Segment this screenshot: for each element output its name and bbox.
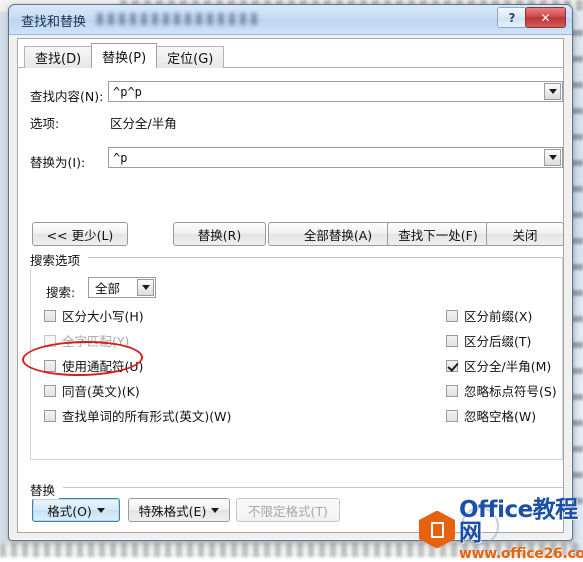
checkbox-box[interactable] bbox=[446, 359, 458, 372]
replace-group-title: 替换 bbox=[30, 480, 60, 499]
title-blurred-text bbox=[97, 13, 257, 25]
checkbox-match-width[interactable]: 区分全/半角(M) bbox=[446, 356, 551, 375]
checkbox-label: 查找单词的所有形式(英文)(W) bbox=[62, 409, 232, 424]
find-replace-dialog: 查找和替换 ? ✕ 查找(D) 替换(P) 定位(G) 查找内容(N): 选项:… bbox=[8, 4, 573, 541]
find-next-button[interactable]: 查找下一处(F) bbox=[387, 222, 489, 246]
watermark-text: Office教程网 www.office26.com bbox=[459, 496, 583, 562]
replace-with-combobox[interactable] bbox=[108, 147, 563, 168]
checkbox-match-case[interactable]: 区分大小写(H) bbox=[44, 306, 144, 325]
checkbox-box bbox=[44, 334, 56, 347]
checkbox-box[interactable] bbox=[44, 359, 56, 372]
chevron-down-icon[interactable] bbox=[544, 83, 561, 100]
checkbox-ignore-whitespace[interactable]: 忽略空格(W) bbox=[446, 406, 536, 425]
replace-button[interactable]: 替换(R) bbox=[173, 222, 266, 246]
checkbox-label: 忽略空格(W) bbox=[464, 409, 537, 424]
options-value: 区分全/半角 bbox=[110, 116, 177, 131]
search-scope-value: 全部 bbox=[95, 281, 121, 296]
replace-group-line bbox=[63, 487, 563, 488]
checkbox-use-wildcards[interactable]: 使用通配符(U) bbox=[44, 356, 143, 375]
replace-with-input[interactable] bbox=[109, 149, 544, 166]
find-what-input[interactable] bbox=[109, 83, 544, 100]
special-format-button-label: 特殊格式(E) bbox=[138, 503, 207, 519]
checkbox-ignore-punctuation[interactable]: 忽略标点符号(S) bbox=[446, 381, 557, 400]
tab-find[interactable]: 查找(D) bbox=[24, 46, 93, 68]
less-button[interactable]: << 更少(L) bbox=[32, 222, 128, 246]
find-what-label: 查找内容(N): bbox=[30, 89, 104, 104]
tab-replace[interactable]: 替换(P) bbox=[91, 43, 158, 68]
checkbox-box[interactable] bbox=[446, 309, 458, 322]
dialog-title: 查找和替换 bbox=[21, 15, 87, 30]
tab-strip: 查找(D) 替换(P) 定位(G) bbox=[24, 43, 225, 68]
find-what-combobox[interactable] bbox=[108, 81, 563, 102]
close-window-button[interactable]: ✕ bbox=[525, 7, 566, 28]
checkbox-label: 区分大小写(H) bbox=[62, 309, 144, 324]
checkbox-box[interactable] bbox=[44, 384, 56, 397]
checkbox-match-prefix[interactable]: 区分前缀(X) bbox=[446, 306, 532, 325]
checkbox-label: 同音(英文)(K) bbox=[62, 384, 140, 399]
format-button-label: 格式(O) bbox=[47, 503, 92, 519]
dialog-content-panel: 查找(D) 替换(P) 定位(G) 查找内容(N): 选项: 区分全/半角 替换… bbox=[17, 38, 564, 533]
help-button[interactable]: ? bbox=[497, 7, 527, 28]
special-format-button[interactable]: 特殊格式(E) bbox=[128, 498, 230, 522]
chevron-down-icon[interactable] bbox=[137, 279, 154, 296]
chevron-down-icon[interactable] bbox=[544, 149, 561, 166]
caret-down-icon bbox=[96, 507, 105, 513]
checkbox-box[interactable] bbox=[446, 334, 458, 347]
checkbox-sounds-like[interactable]: 同音(英文)(K) bbox=[44, 381, 140, 400]
checkbox-box[interactable] bbox=[44, 309, 56, 322]
options-label: 选项: bbox=[30, 116, 60, 131]
checkbox-label: 忽略标点符号(S) bbox=[464, 384, 557, 399]
watermark: Office教程网 www.office26.com bbox=[415, 498, 583, 561]
format-button[interactable]: 格式(O) bbox=[32, 498, 120, 522]
checkbox-match-suffix[interactable]: 区分后缀(T) bbox=[446, 331, 531, 350]
close-dialog-button[interactable]: 关闭 bbox=[486, 222, 564, 246]
watermark-site-name: Office教程网 bbox=[459, 496, 578, 546]
caret-down-icon bbox=[211, 507, 220, 513]
office-logo-icon bbox=[419, 510, 455, 549]
title-bar: 查找和替换 ? ✕ bbox=[9, 5, 572, 35]
checkbox-label: 全字匹配(Y) bbox=[62, 334, 130, 349]
checkbox-label: 区分后缀(T) bbox=[464, 334, 532, 349]
checkbox-box[interactable] bbox=[44, 409, 56, 422]
search-scope-select[interactable]: 全部 bbox=[88, 277, 156, 298]
no-formatting-button: 不限定格式(T) bbox=[236, 498, 340, 522]
checkbox-box[interactable] bbox=[446, 409, 458, 422]
search-scope-label: 搜索: bbox=[46, 285, 76, 300]
checkbox-label: 区分前缀(X) bbox=[464, 309, 533, 324]
watermark-site-url: www.office26.com bbox=[459, 545, 583, 562]
replace-with-label: 替换为(I): bbox=[30, 155, 86, 170]
tab-goto[interactable]: 定位(G) bbox=[156, 46, 225, 68]
checkbox-all-word-forms[interactable]: 查找单词的所有形式(英文)(W) bbox=[44, 406, 231, 425]
checkbox-whole-word: 全字匹配(Y) bbox=[44, 331, 129, 350]
search-options-group-title: 搜索选项 bbox=[30, 250, 85, 269]
checkbox-label: 使用通配符(U) bbox=[62, 359, 144, 374]
checkbox-box[interactable] bbox=[446, 384, 458, 397]
checkbox-label: 区分全/半角(M) bbox=[464, 359, 552, 374]
